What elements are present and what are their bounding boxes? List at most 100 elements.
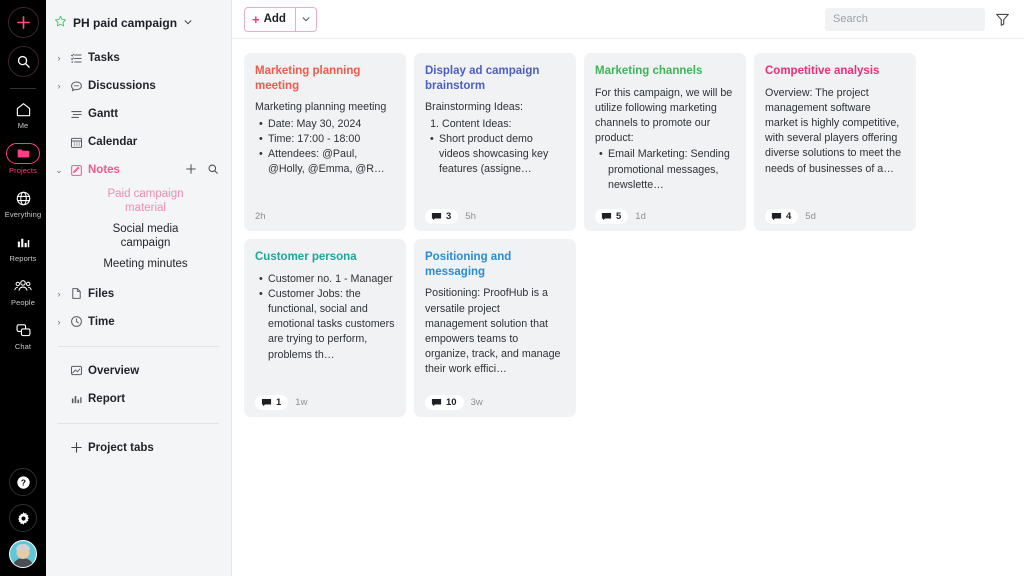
left-icon-rail: Me Projects Everything Reports People: [0, 0, 46, 576]
sidebar-item-overview[interactable]: Overview: [46, 357, 231, 385]
help-button[interactable]: ?: [9, 468, 37, 496]
note-card-bullet: Customer Jobs: the functional, social an…: [268, 287, 395, 363]
note-card-positioning-and-messaging[interactable]: Positioning and messaging Positioning: P…: [414, 239, 576, 417]
note-card-age: 5h: [465, 211, 476, 222]
sidebar-note-paid-campaign-material[interactable]: Paid campaign material: [46, 184, 231, 219]
chat-bubbles-icon: [15, 320, 32, 340]
note-card-title: Display ad campaign brainstorm: [425, 64, 565, 93]
sidebar-item-files[interactable]: › Files: [46, 280, 231, 308]
rail-item-me[interactable]: Me: [0, 99, 46, 130]
global-search-button[interactable]: [8, 46, 39, 77]
help-icon: ?: [16, 475, 31, 490]
sidebar-item-tasks[interactable]: › Tasks: [46, 44, 231, 72]
search-input[interactable]: [825, 8, 985, 31]
note-card-age: 1d: [635, 211, 646, 222]
note-card-intro: Positioning: ProofHub is a versatile pro…: [425, 286, 565, 377]
star-outline-icon[interactable]: [54, 15, 67, 31]
project-sidebar: PH paid campaign › Tasks › Discussions: [46, 0, 232, 576]
rail-item-everything[interactable]: Everything: [0, 188, 46, 219]
sidebar-item-discussions[interactable]: › Discussions: [46, 72, 231, 100]
note-card-body: Customer no. 1 - Manager Customer Jobs: …: [255, 272, 395, 387]
note-card-title: Marketing planning meeting: [255, 64, 395, 93]
main-area: + Add Marketing planning meeting Market: [232, 0, 1024, 576]
note-card-footer: 4 5d: [765, 201, 905, 231]
sidebar-divider-1: [58, 346, 219, 347]
note-card-ordered-item: Content Ideas:: [442, 117, 565, 132]
comment-count: 4: [786, 211, 791, 222]
search-icon: [16, 54, 31, 69]
chevron-right-icon[interactable]: ›: [54, 289, 64, 299]
sidebar-item-calendar[interactable]: Calendar: [46, 128, 231, 156]
note-card-footer: 3 5h: [425, 201, 565, 231]
note-card-intro: For this campaign, we will be utilize fo…: [595, 86, 735, 147]
note-card-ordered: Content Ideas:: [425, 117, 565, 132]
sidebar-item-gantt[interactable]: Gantt: [46, 100, 231, 128]
note-card-display-ad-campaign-brainstorm[interactable]: Display ad campaign brainstorm Brainstor…: [414, 53, 576, 231]
sidebar-label-files: Files: [88, 288, 114, 300]
add-button-main[interactable]: + Add: [245, 8, 295, 31]
note-card-marketing-planning-meeting[interactable]: Marketing planning meeting Marketing pla…: [244, 53, 406, 231]
settings-button[interactable]: [9, 504, 37, 532]
sidebar-label-calendar: Calendar: [88, 136, 137, 148]
add-button-dropdown[interactable]: [295, 8, 316, 31]
clock-icon: [69, 315, 83, 329]
rail-item-reports[interactable]: Reports: [0, 232, 46, 263]
note-card-bullets: Date: May 30, 2024 Time: 17:00 - 18:00 A…: [255, 117, 395, 178]
comment-icon: [431, 211, 442, 222]
note-card-age: 5d: [805, 211, 816, 222]
gear-icon: [16, 511, 31, 526]
note-card-body: For this campaign, we will be utilize fo…: [595, 86, 735, 201]
projects-active-pill: [6, 143, 40, 164]
add-button[interactable]: + Add: [244, 7, 317, 32]
svg-text:?: ?: [20, 477, 25, 487]
notes-search-icon[interactable]: [207, 163, 219, 178]
notes-add-icon[interactable]: [185, 163, 197, 178]
note-card-sub-bullets: Short product demo videos showcasing key…: [425, 132, 565, 178]
chevron-right-icon[interactable]: ›: [54, 317, 64, 327]
note-card-body: Marketing planning meeting Date: May 30,…: [255, 100, 395, 201]
calendar-icon: [69, 135, 83, 149]
sidebar-label-overview: Overview: [88, 365, 139, 377]
note-card-bullet: Customer no. 1 - Manager: [268, 272, 395, 287]
comment-count-badge[interactable]: 3: [425, 209, 458, 224]
global-add-button[interactable]: [8, 7, 39, 38]
note-card-age: 1w: [295, 397, 307, 408]
note-card-competitive-analysis[interactable]: Competitive analysis Overview: The proje…: [754, 53, 916, 231]
sidebar-item-report[interactable]: Report: [46, 385, 231, 413]
note-card-customer-persona[interactable]: Customer persona Customer no. 1 - Manage…: [244, 239, 406, 417]
comment-count: 10: [446, 397, 457, 408]
rail-item-people[interactable]: People: [0, 276, 46, 307]
chevron-down-icon[interactable]: ⌄: [54, 165, 64, 176]
note-card-intro: Overview: The project management softwar…: [765, 86, 905, 177]
chevron-down-icon[interactable]: [183, 16, 193, 30]
filter-icon[interactable]: [995, 12, 1012, 27]
chevron-right-icon[interactable]: ›: [54, 53, 64, 63]
file-icon: [69, 287, 83, 301]
sidebar-group-main: › Tasks › Discussions Gantt: [46, 44, 231, 336]
rail-item-projects[interactable]: Projects: [0, 143, 46, 175]
note-card-marketing-channels[interactable]: Marketing channels For this campaign, we…: [584, 53, 746, 231]
comment-count-badge[interactable]: 5: [595, 209, 628, 224]
comment-count: 1: [276, 397, 281, 408]
sidebar-note-meeting-minutes[interactable]: Meeting minutes: [46, 254, 231, 274]
rail-item-chat[interactable]: Chat: [0, 320, 46, 351]
sidebar-note-social-media-campaign[interactable]: Social media campaign: [46, 219, 231, 254]
sidebar-item-project-tabs[interactable]: Project tabs: [46, 434, 231, 462]
sidebar-item-notes[interactable]: ⌄ Notes: [46, 156, 231, 184]
note-card-footer: 2h: [255, 201, 395, 231]
comment-count: 3: [446, 211, 451, 222]
comment-count-badge[interactable]: 4: [765, 209, 798, 224]
note-card-bullet: Short product demo videos showcasing key…: [439, 132, 565, 178]
note-card-title: Competitive analysis: [765, 64, 905, 79]
comment-count-badge[interactable]: 10: [425, 395, 464, 410]
note-card-title: Positioning and messaging: [425, 250, 565, 279]
chevron-right-icon[interactable]: ›: [54, 81, 64, 91]
sidebar-label-tasks: Tasks: [88, 52, 120, 64]
project-header[interactable]: PH paid campaign: [46, 10, 231, 36]
note-card-footer: 5 1d: [595, 201, 735, 231]
comment-count-badge[interactable]: 1: [255, 395, 288, 410]
globe-icon: [15, 188, 32, 208]
avatar[interactable]: [9, 540, 37, 568]
gantt-icon: [69, 107, 83, 121]
sidebar-item-time[interactable]: › Time: [46, 308, 231, 336]
